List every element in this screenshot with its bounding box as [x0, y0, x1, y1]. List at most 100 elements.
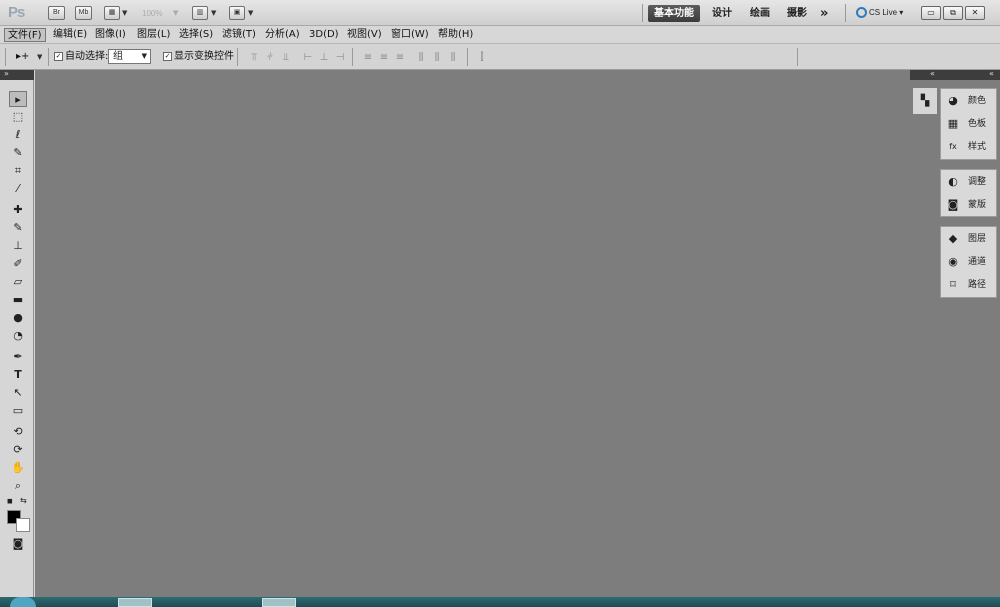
blur-tool-icon[interactable]: ● — [9, 310, 27, 326]
distribute-vcenter-icon[interactable]: ≡ — [378, 52, 390, 63]
3d-orbit-tool-icon[interactable]: ⟳ — [9, 442, 27, 458]
align-right-icon[interactable]: ⊣ — [334, 52, 346, 63]
auto-align-layers-icon[interactable]: ⫿ — [476, 52, 488, 63]
options-bar: ▸+ ▼ ✓ 自动选择: 组 ▼ ✓ 显示变换控件 ⫪ ⫩ ⫫ ⊢ ⊥ ⊣ ≡ … — [0, 44, 1000, 70]
zoom-level[interactable]: 100% — [142, 9, 162, 18]
photoshop-logo: Ps — [8, 4, 25, 21]
zoom-tool-icon[interactable]: ⌕ — [9, 478, 27, 494]
distribute-top-icon[interactable]: ≡ — [362, 52, 374, 63]
tool-presets-panel-button[interactable]: ▚ — [913, 88, 937, 114]
auto-select-checkbox[interactable]: ✓ — [54, 52, 63, 61]
menu-help[interactable]: 帮助(H) — [435, 28, 476, 42]
shape-tool-icon[interactable]: ▭ — [9, 403, 27, 419]
workspace-design-button[interactable]: 设计 — [706, 5, 738, 22]
menu-analysis[interactable]: 分析(A) — [262, 28, 303, 42]
path-select-tool-icon[interactable]: ↖ — [9, 385, 27, 401]
screen-mode-button[interactable]: ▣ — [229, 6, 245, 20]
menu-window[interactable]: 窗口(W) — [388, 28, 432, 42]
panel-tab-masks[interactable]: ◙ 蒙版 — [943, 195, 995, 215]
application-bar: Ps Br Mb ▦ ▼ 100% ▼ ▥ ▼ ▣ ▼ 基本功能 设计 绘画 摄… — [0, 0, 1000, 26]
toolbox-header[interactable]: » — [0, 69, 34, 80]
workspace-photography-button[interactable]: 摄影 — [781, 5, 813, 22]
view-extras-button[interactable]: ▦ — [104, 6, 120, 20]
menu-file[interactable]: 文件(F) — [4, 28, 46, 42]
panel-tab-color[interactable]: ◕ 颜色 — [943, 91, 995, 111]
divider — [797, 48, 798, 66]
menu-view[interactable]: 视图(V) — [344, 28, 385, 42]
menu-bar: 文件(F) 编辑(E) 图像(I) 图层(L) 选择(S) 滤镜(T) 分析(A… — [0, 26, 1000, 44]
auto-select-dropdown[interactable]: 组 ▼ — [108, 49, 151, 64]
eyedropper-tool-icon[interactable]: ⁄ — [9, 181, 27, 197]
hand-tool-icon[interactable]: ✋ — [9, 460, 27, 476]
move-tool-icon[interactable]: ▸ — [9, 91, 27, 107]
launch-minibridge-button[interactable]: Mb — [75, 6, 92, 20]
align-left-icon[interactable]: ⊢ — [302, 52, 314, 63]
align-bottom-icon[interactable]: ⫫ — [280, 52, 292, 63]
more-workspaces-button[interactable]: » — [814, 5, 834, 22]
gradient-tool-icon[interactable]: ▬ — [9, 292, 27, 308]
workspace-essentials-button[interactable]: 基本功能 — [648, 5, 700, 22]
crop-tool-icon[interactable]: ⌗ — [9, 163, 27, 179]
type-tool-icon[interactable]: T — [9, 367, 27, 383]
menu-image[interactable]: 图像(I) — [92, 28, 129, 42]
close-button[interactable]: ✕ — [965, 6, 985, 20]
distribute-left-icon[interactable]: ⫼ — [415, 52, 427, 63]
menu-filter[interactable]: 滤镜(T) — [219, 28, 259, 42]
panel-tab-paths[interactable]: ⌑ 路径 — [943, 275, 995, 295]
minimize-button[interactable]: ▭ — [921, 6, 941, 20]
chevron-down-icon[interactable]: ▼ — [37, 53, 42, 61]
taskbar-item[interactable] — [118, 598, 152, 607]
divider — [352, 48, 353, 66]
menu-select[interactable]: 选择(S) — [176, 28, 216, 42]
eraser-tool-icon[interactable]: ▱ — [9, 274, 27, 290]
tool-preset-picker[interactable]: ▸+ — [16, 51, 29, 62]
marquee-tool-icon[interactable]: ⬚ — [9, 109, 27, 125]
divider — [467, 48, 468, 66]
expand-icon[interactable]: « — [989, 69, 994, 78]
collapse-icon[interactable]: » — [4, 69, 9, 78]
healing-brush-tool-icon[interactable]: ✚ — [9, 202, 27, 218]
chevron-down-icon[interactable]: ▼ — [173, 9, 178, 17]
panel-group-layers: ◆ 图层 ◉ 通道 ⌑ 路径 — [940, 226, 997, 298]
document-area[interactable] — [35, 70, 910, 597]
distribute-right-icon[interactable]: ⫼ — [447, 52, 459, 63]
panel-tab-swatches[interactable]: ▦ 色板 — [943, 114, 995, 134]
distribute-hcenter-icon[interactable]: ⫼ — [431, 52, 443, 63]
panel-tab-adjustments[interactable]: ◐ 调整 — [943, 172, 995, 192]
menu-layer[interactable]: 图层(L) — [134, 28, 173, 42]
chevron-down-icon[interactable]: ▼ — [248, 9, 253, 17]
dodge-tool-icon[interactable]: ◔ — [9, 328, 27, 344]
panel-dock-header[interactable]: « « — [910, 69, 1000, 80]
menu-3d[interactable]: 3D(D) — [306, 28, 342, 42]
pen-tool-icon[interactable]: ✒ — [9, 349, 27, 365]
collapse-icon[interactable]: « — [930, 69, 935, 78]
start-button[interactable] — [10, 597, 36, 607]
quick-mask-icon[interactable]: ◙ — [9, 536, 27, 552]
menu-edit[interactable]: 编辑(E) — [50, 28, 90, 42]
3d-rotate-tool-icon[interactable]: ⟲ — [9, 424, 27, 440]
arrange-documents-button[interactable]: ▥ — [192, 6, 208, 20]
cs-live-button[interactable]: CS Live ▾ — [856, 6, 903, 20]
clone-stamp-tool-icon[interactable]: ⊥ — [9, 238, 27, 254]
quick-select-tool-icon[interactable]: ✎ — [9, 145, 27, 161]
chevron-down-icon[interactable]: ▼ — [211, 9, 216, 17]
align-top-icon[interactable]: ⫪ — [248, 52, 260, 63]
history-brush-tool-icon[interactable]: ✐ — [9, 256, 27, 272]
panel-tab-layers[interactable]: ◆ 图层 — [943, 229, 995, 249]
show-transform-checkbox[interactable]: ✓ — [163, 52, 172, 61]
taskbar-item[interactable] — [262, 598, 296, 607]
panel-tab-styles[interactable]: fx 样式 — [943, 137, 995, 157]
restore-button[interactable]: ⧉ — [943, 6, 963, 20]
distribute-bottom-icon[interactable]: ≡ — [394, 52, 406, 63]
chevron-down-icon[interactable]: ▼ — [122, 9, 127, 17]
swap-colors-icon[interactable]: ⇆ — [20, 496, 27, 505]
panel-tab-channels[interactable]: ◉ 通道 — [943, 252, 995, 272]
lasso-tool-icon[interactable]: ℓ — [9, 127, 27, 143]
align-vcenter-icon[interactable]: ⫩ — [264, 52, 276, 63]
launch-bridge-button[interactable]: Br — [48, 6, 65, 20]
align-hcenter-icon[interactable]: ⊥ — [318, 52, 330, 63]
brush-tool-icon[interactable]: ✎ — [9, 220, 27, 236]
workspace-painting-button[interactable]: 绘画 — [744, 5, 776, 22]
default-colors-icon[interactable]: ◼ — [7, 497, 13, 505]
background-color-swatch[interactable] — [16, 518, 30, 532]
